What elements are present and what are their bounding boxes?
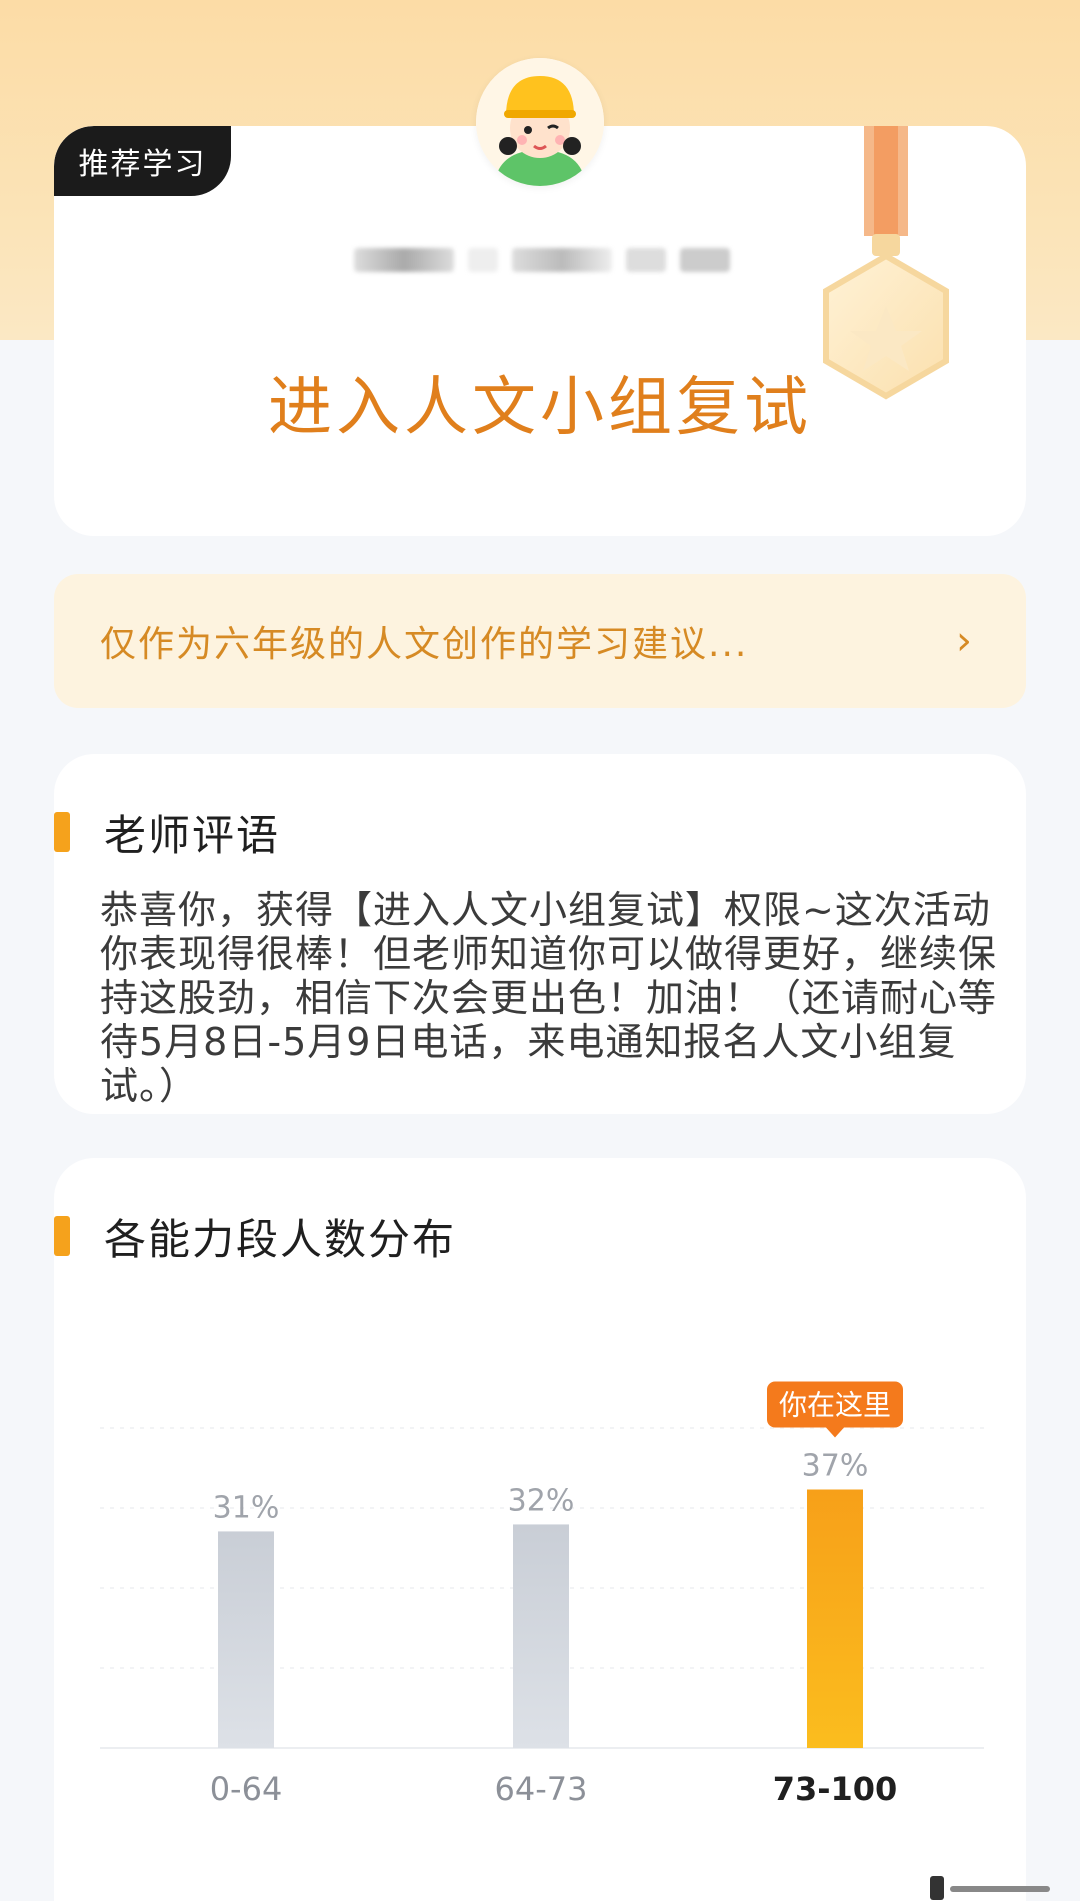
result-card: 推荐学习 进入人文小组复试 — [54, 126, 1026, 536]
distribution-bar-chart: 31% 0-64 32% 64-73 37% 73-100 你在这里 — [100, 1381, 984, 1808]
category-label: 64-73 — [495, 1770, 588, 1808]
section-header: 老师评语 — [54, 802, 280, 862]
bar-0-64 — [218, 1531, 274, 1748]
avatar — [476, 58, 604, 186]
bar-73-100 — [807, 1489, 863, 1748]
scroll-indicator — [930, 1872, 1050, 1900]
badge-pointer-icon — [826, 1427, 844, 1438]
recommend-tag: 推荐学习 — [54, 126, 231, 196]
bar-value-label: 37% — [802, 1449, 869, 1484]
bar-value-label: 31% — [213, 1490, 280, 1525]
distribution-card: 各能力段人数分布 31% 0-64 32% 64-73 37% 73-100 你在这里 — [54, 1158, 1026, 1901]
advice-text: 仅作为六年级的人文创作的学习建议... — [100, 624, 749, 665]
avatar-illustration-icon — [476, 58, 604, 186]
result-title: 进入人文小组复试 — [268, 371, 812, 445]
category-label: 73-100 — [773, 1770, 898, 1808]
blurred-student-name — [354, 248, 734, 274]
teacher-comment-card: 老师评语 恭喜你，获得【进入人文小组复试】权限~这次活动你表现得很棒！但老师知道… — [54, 754, 1026, 1114]
bar-64-73 — [513, 1524, 569, 1748]
teacher-comment-title: 老师评语 — [104, 810, 281, 860]
category-label: 0-64 — [210, 1770, 283, 1808]
you-are-here-label: 你在这里 — [779, 1389, 891, 1422]
scroll-handle-icon — [930, 1876, 1050, 1900]
learning-advice-link[interactable]: 仅作为六年级的人文创作的学习建议... › — [54, 574, 1026, 708]
chevron-right-icon: › — [956, 618, 972, 664]
teacher-comment-text: 恭喜你，获得【进入人文小组复试】权限~这次活动你表现得很棒！但老师知道你可以做得… — [100, 888, 998, 1108]
section-accent-bar — [54, 812, 70, 852]
bar-value-label: 32% — [508, 1483, 575, 1518]
